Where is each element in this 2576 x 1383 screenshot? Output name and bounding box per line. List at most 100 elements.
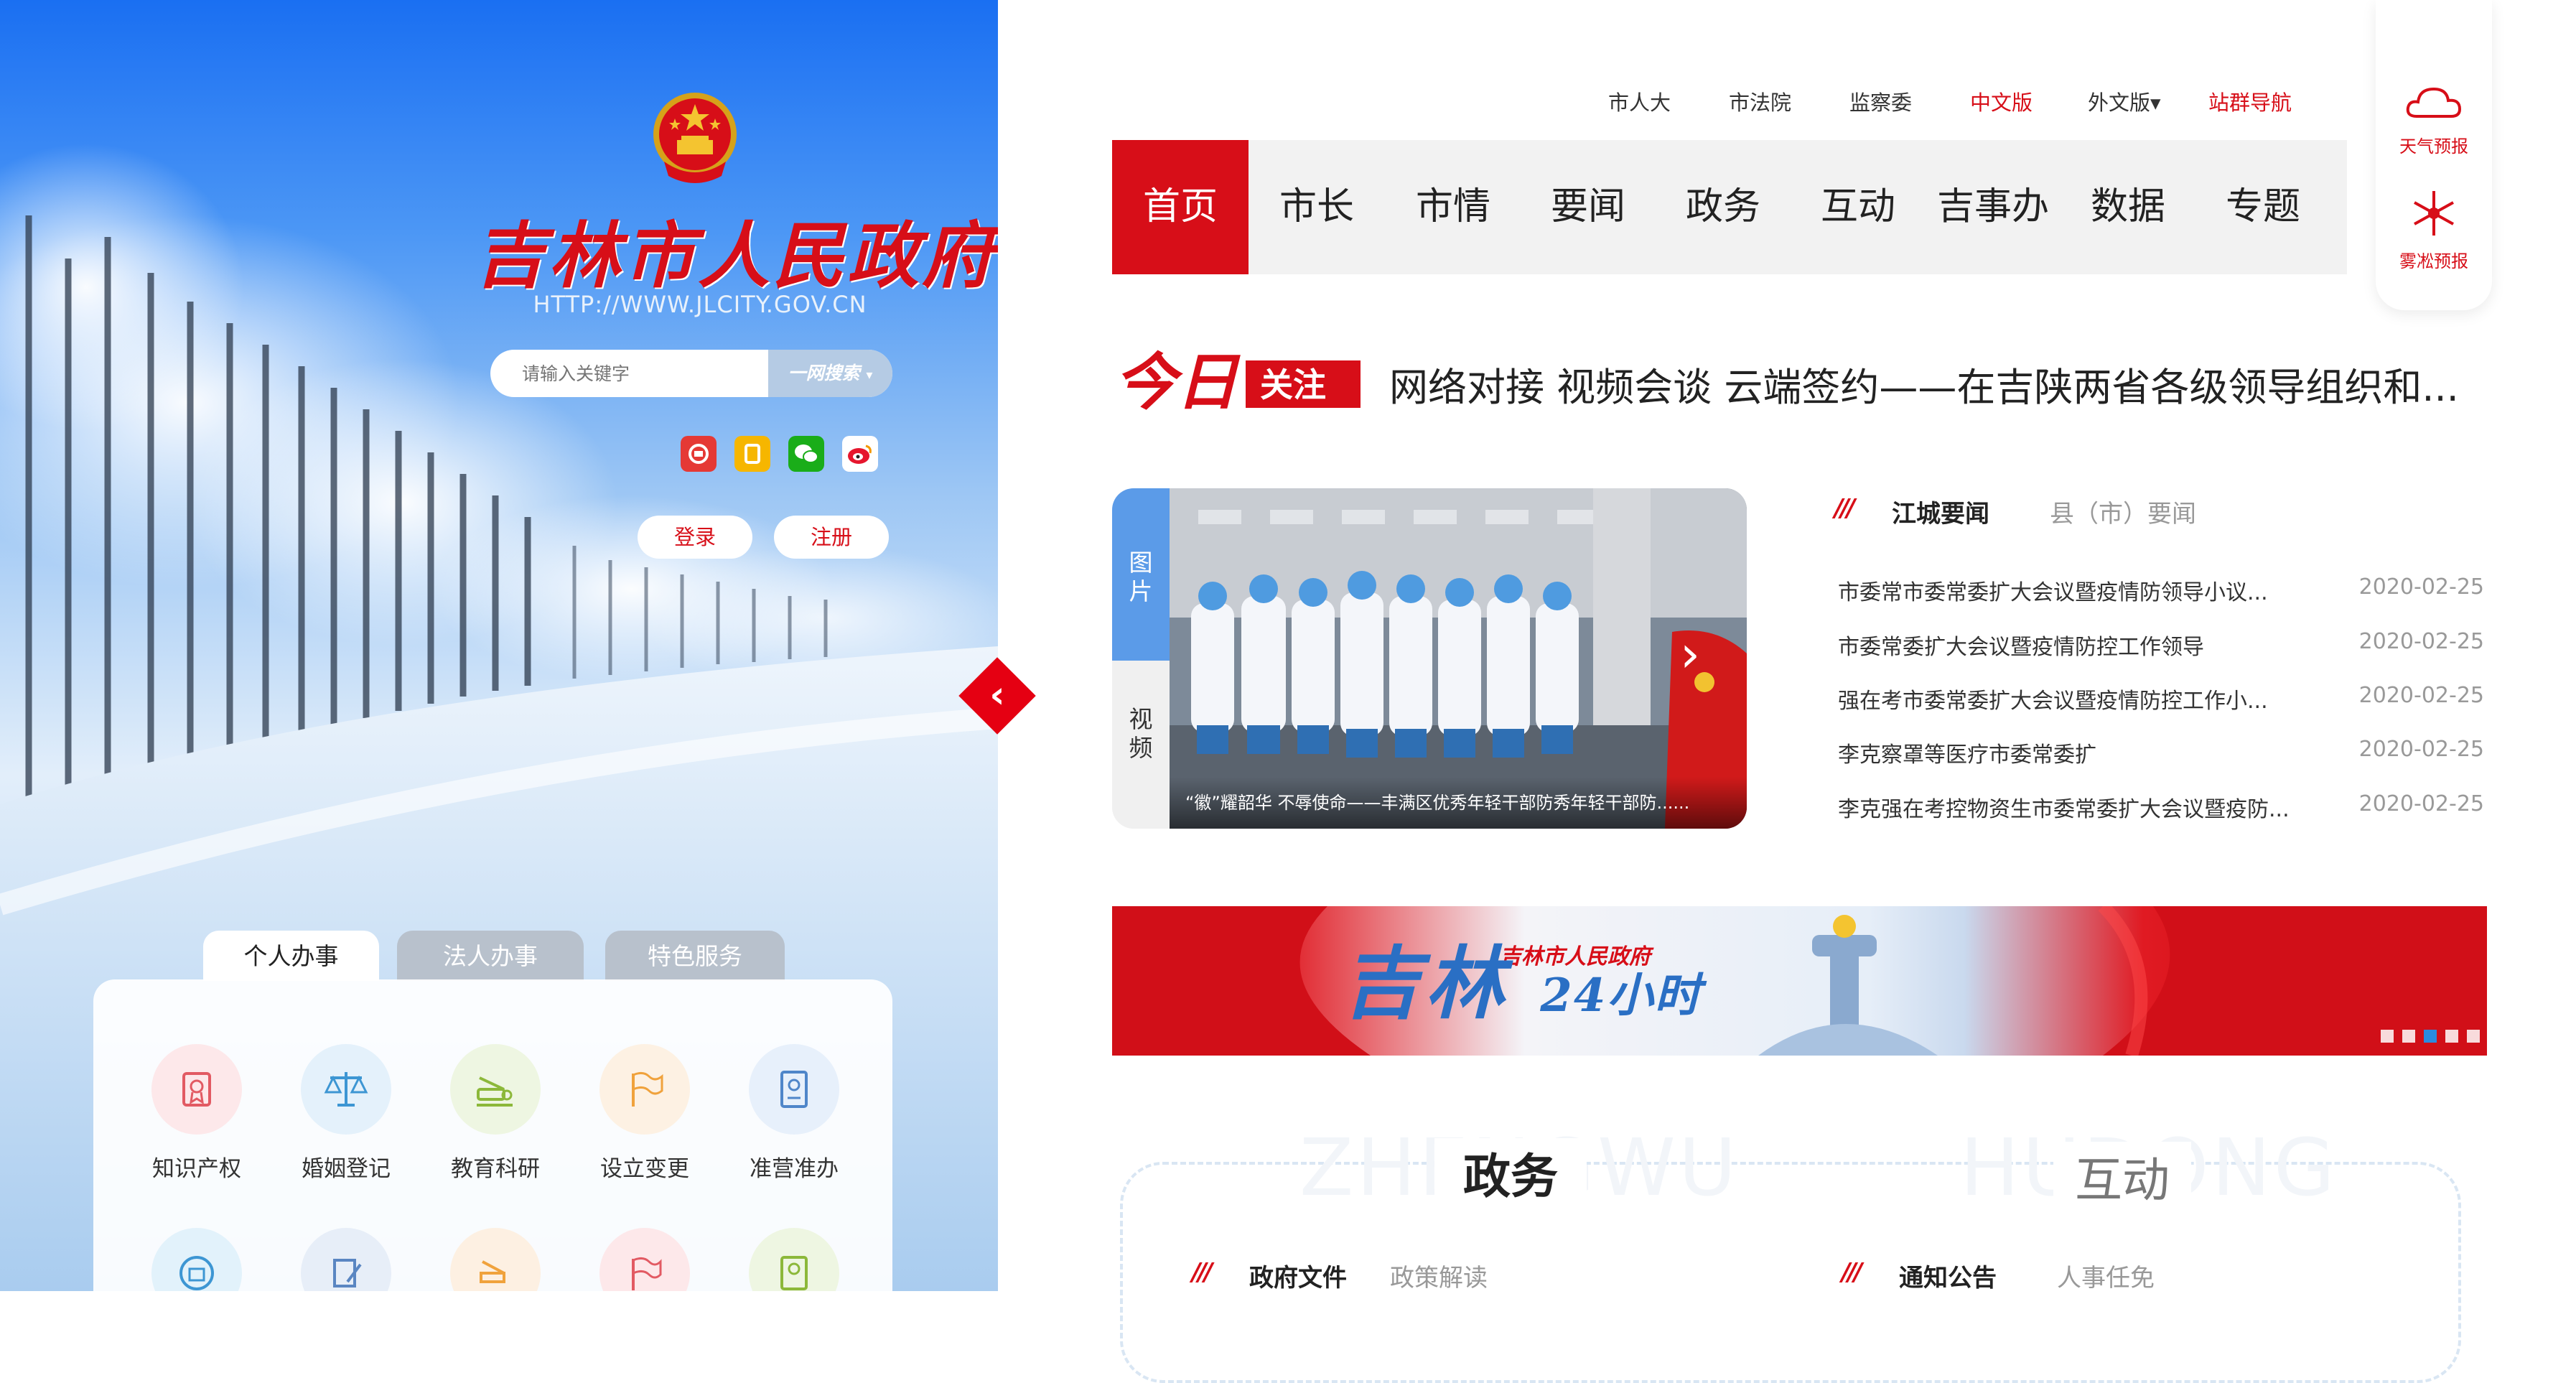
banner-hours-text: 24小时: [1540, 969, 1702, 1023]
banner-dot[interactable]: [2402, 1030, 2415, 1043]
license-icon: [749, 1044, 839, 1135]
login-button[interactable]: 登录: [638, 516, 752, 559]
nav-jishiban[interactable]: 吉事办: [1925, 140, 2061, 274]
service-item-business-permit[interactable]: 准营准办: [737, 1044, 851, 1183]
media-caption[interactable]: “徽”耀韶华 不辱使命——丰满区优秀年轻干部防秀年轻干部防......: [1170, 777, 1747, 829]
news-item[interactable]: 李克察罩等医疗市委常委扩 2020-02-25: [1838, 737, 2484, 773]
search-box: 一网搜索 ▾: [490, 350, 892, 397]
banner-title-text: 吉林: [1342, 937, 1508, 1030]
nav-news[interactable]: 要闻: [1520, 140, 1656, 274]
tab-videos[interactable]: 视频: [1112, 661, 1170, 829]
service-item-row2-5[interactable]: [737, 1228, 851, 1291]
service-item-row2-4[interactable]: [587, 1228, 702, 1291]
today-logo-text: 今日: [1114, 346, 1241, 419]
today-headline[interactable]: 网络对接 视频会谈 云端签约——在吉陕两省各级领导组织和...: [1389, 355, 2459, 412]
license-icon: [749, 1228, 839, 1291]
register-button[interactable]: 注册: [774, 516, 889, 559]
nav-interaction[interactable]: 互动: [1790, 140, 1926, 274]
banner-dot[interactable]: [2445, 1030, 2458, 1043]
service-item-establishment-change[interactable]: 设立变更: [587, 1044, 702, 1183]
weibo-icon[interactable]: [842, 436, 878, 472]
news-item[interactable]: 强在考市委常委扩大会议暨疫情防控工作小... 2020-02-25: [1838, 683, 2484, 719]
link-supervisory-commission[interactable]: 监察委: [1849, 86, 1912, 116]
weather-forecast-label: 天气预报: [2399, 136, 2468, 157]
news-date: 2020-02-25: [2358, 737, 2484, 762]
scales-icon: [301, 1044, 391, 1135]
business-icon: [151, 1228, 242, 1291]
nav-data[interactable]: 数据: [2060, 140, 2196, 274]
national-emblem-icon: [653, 93, 737, 183]
tab-county-news[interactable]: 县（市）要闻: [2050, 494, 2196, 529]
rime-forecast-button[interactable]: 雾凇预报: [2376, 188, 2492, 272]
service-item-education-research[interactable]: 教育科研: [438, 1044, 553, 1183]
banner-dot-active[interactable]: [2424, 1030, 2437, 1043]
service-item-marriage-registration[interactable]: 婚姻登记: [289, 1044, 403, 1183]
service-item-row2-2[interactable]: [289, 1228, 403, 1291]
tab-featured-services[interactable]: 特色服务: [605, 931, 785, 981]
certificate-icon: [151, 1044, 242, 1135]
news-title: 李克强在考控物资生市委常委扩大会议暨疫防...: [1838, 797, 2290, 822]
form-icon: [301, 1228, 391, 1291]
tab-personnel-appointments[interactable]: 人事任免: [2057, 1258, 2155, 1293]
chevron-down-icon: ▾: [866, 368, 873, 383]
link-municipal-court[interactable]: 市法院: [1729, 86, 1791, 116]
tab-images[interactable]: 图片: [1112, 488, 1170, 661]
section-slashes-icon: ///: [1192, 1258, 1213, 1287]
service-item-row2-1[interactable]: [139, 1228, 254, 1291]
banner-dot[interactable]: [2381, 1030, 2394, 1043]
tab-notices[interactable]: 通知公告: [1899, 1258, 1997, 1293]
news-title: 市委常委扩大会议暨疫情防控工作领导: [1838, 635, 2204, 660]
nav-government-affairs[interactable]: 政务: [1655, 140, 1791, 274]
news-item[interactable]: 市委常市委常委扩大会议暨疫情防领导小议... 2020-02-25: [1838, 574, 2484, 610]
app-icon[interactable]: [681, 436, 717, 472]
tab-corporate-services[interactable]: 法人办事: [397, 931, 584, 981]
news-item[interactable]: 市委常委扩大会议暨疫情防控工作领导 2020-02-25: [1838, 629, 2484, 665]
jilin-24-hours-banner[interactable]: 吉林市人民政府 吉林 24小时: [1112, 906, 2487, 1056]
mini-program-icon[interactable]: [734, 436, 770, 472]
left-panel: 吉林市人民政府 HTTP://WWW.JLCITY.GOV.CN 一网搜索 ▾ …: [0, 0, 998, 1291]
service-item-row2-3[interactable]: [438, 1228, 553, 1291]
banner-decoration: [1112, 906, 2487, 1056]
flag-icon: [599, 1044, 690, 1135]
news-date: 2020-02-25: [2358, 629, 2484, 654]
flag-icon: [599, 1228, 690, 1291]
site-title: 吉林市人民政府: [474, 213, 997, 298]
link-municipal-congress[interactable]: 市人大: [1608, 86, 1671, 116]
chevron-right-icon[interactable]: ›: [1680, 625, 1700, 684]
news-date: 2020-02-25: [2358, 791, 2484, 816]
nav-city-info[interactable]: 市情: [1385, 140, 1521, 274]
link-foreign-version[interactable]: 外文版▾: [2088, 86, 2161, 116]
main-nav: 首页 市长 市情 要闻 政务 互动 吉事办 数据 专题: [1112, 140, 2347, 274]
search-input[interactable]: [490, 350, 800, 397]
tab-policy-interpretation[interactable]: 政策解读: [1390, 1258, 1488, 1293]
weather-forecast-button[interactable]: 天气预报: [2376, 80, 2492, 157]
news-item[interactable]: 李克强在考控物资生市委常委扩大会议暨疫防... 2020-02-25: [1838, 791, 2484, 827]
banner-dot[interactable]: [2467, 1030, 2480, 1043]
focus-logo-text: 关注: [1260, 365, 1326, 404]
link-chinese-version[interactable]: 中文版: [1970, 86, 2033, 116]
service-item-intellectual-property[interactable]: 知识产权: [139, 1044, 254, 1183]
nav-mayor[interactable]: 市长: [1249, 140, 1385, 274]
section-slashes-icon: ///: [1834, 494, 1855, 523]
search-button[interactable]: 一网搜索 ▾: [768, 350, 892, 397]
tab-government-documents[interactable]: 政府文件: [1249, 1258, 1347, 1293]
social-links: [681, 436, 878, 472]
wechat-icon[interactable]: [788, 436, 824, 472]
section-title-interaction: 互动: [2053, 1142, 2191, 1211]
nav-home[interactable]: 首页: [1112, 140, 1249, 274]
tab-personal-services[interactable]: 个人办事: [203, 931, 379, 981]
service-panel: 知识产权 婚姻登记 教育科研 设立变更 准营准办: [93, 979, 892, 1291]
tab-city-news[interactable]: 江城要闻: [1892, 494, 1989, 529]
news-title: 李克察罩等医疗市委常委扩: [1838, 742, 2096, 768]
section-slashes-icon: ///: [1842, 1258, 1862, 1287]
tab-videos-label: 视频: [1129, 705, 1153, 762]
banner-pagination: [2381, 1030, 2480, 1043]
today-focus-logo: 今日 关注: [1113, 343, 1364, 425]
site-url: HTTP://WWW.JLCITY.GOV.CN: [533, 291, 867, 318]
nav-topics[interactable]: 专题: [2195, 140, 2331, 274]
media-carousel: 图片 视频 “徽”耀韶华 不辱使命——丰满区优秀年轻干部防秀年轻干部防.....…: [1112, 488, 1747, 829]
chevron-left-icon[interactable]: ‹: [979, 672, 1016, 718]
rime-forecast-label: 雾凇预报: [2399, 251, 2468, 271]
microscope-icon: [450, 1044, 541, 1135]
link-site-navigation[interactable]: 站群导航: [2208, 86, 2292, 116]
